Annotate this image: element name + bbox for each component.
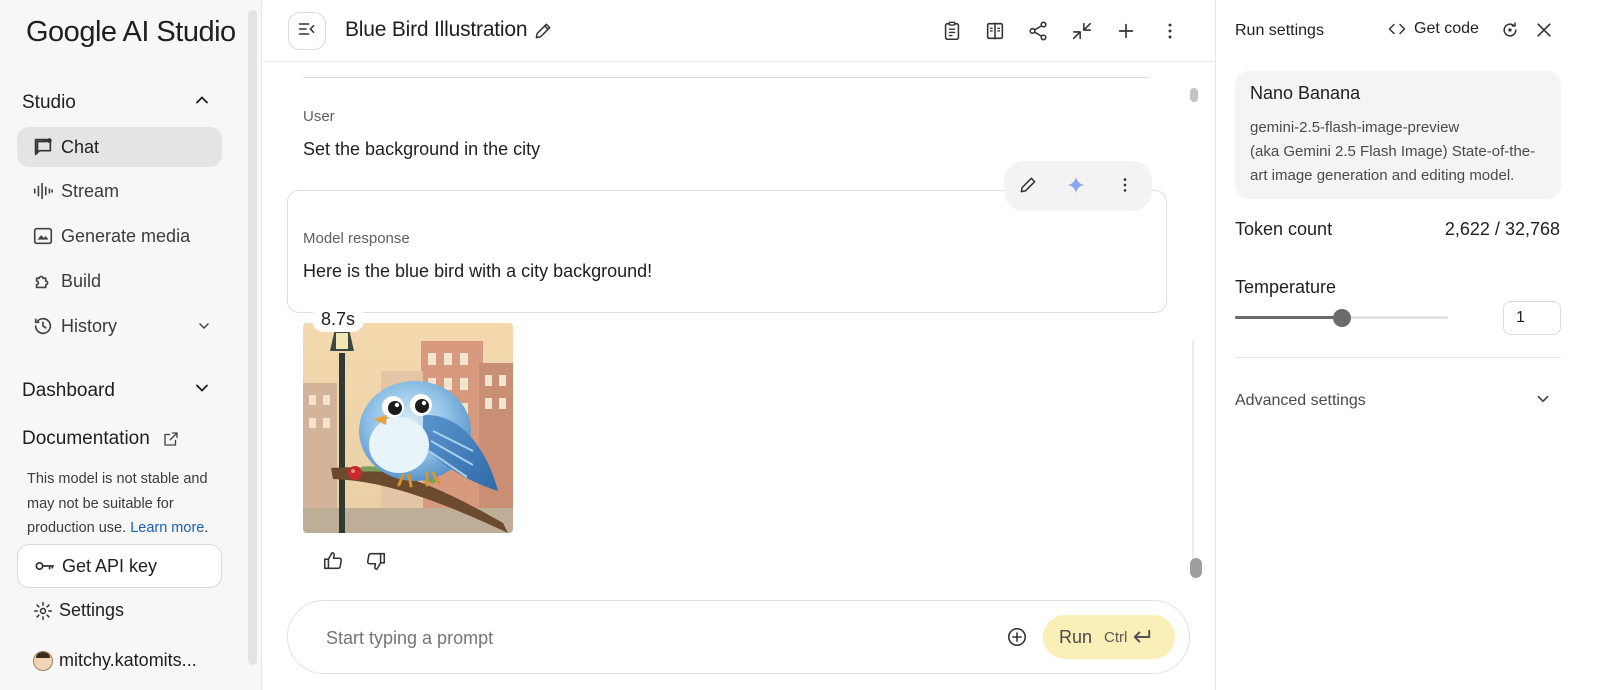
enter-key-icon bbox=[1131, 628, 1153, 646]
stream-icon bbox=[31, 179, 55, 203]
generated-image[interactable] bbox=[303, 323, 513, 533]
temperature-input[interactable] bbox=[1503, 301, 1561, 335]
page-title: Blue Bird Illustration bbox=[345, 18, 528, 41]
share-icon[interactable] bbox=[1027, 20, 1049, 42]
pencil-icon bbox=[533, 21, 553, 46]
sidebar-item-build[interactable]: Build bbox=[17, 261, 222, 301]
avatar bbox=[33, 650, 53, 671]
more-vert-icon[interactable] bbox=[1115, 175, 1135, 195]
sidebar-item-chat[interactable]: Chat bbox=[17, 127, 222, 167]
toggle-sidebar-button[interactable] bbox=[288, 12, 326, 50]
model-role-label: Model response bbox=[303, 230, 410, 247]
prompt-input[interactable] bbox=[326, 623, 966, 653]
divider bbox=[1235, 357, 1561, 358]
get-code-button[interactable]: Get code bbox=[1388, 20, 1479, 38]
user-role-label: User bbox=[303, 108, 335, 125]
chat-scroll-track[interactable] bbox=[1190, 102, 1196, 582]
documentation-link[interactable]: Documentation bbox=[22, 428, 180, 450]
sidebar-item-history[interactable]: History bbox=[17, 306, 222, 346]
sidebar-item-stream[interactable]: Stream bbox=[17, 171, 222, 211]
sidebar-item-generate-media[interactable]: Generate media bbox=[17, 216, 222, 256]
chevron-down-icon bbox=[192, 378, 212, 404]
gear-icon bbox=[33, 601, 53, 621]
get-code-label: Get code bbox=[1414, 20, 1479, 37]
chat-area: User Set the background in the city Mode… bbox=[263, 62, 1214, 690]
studio-section-toggle[interactable]: Studio bbox=[22, 90, 212, 116]
compare-icon[interactable] bbox=[984, 20, 1006, 42]
scroll-indicator bbox=[1190, 88, 1198, 102]
model-description: (aka Gemini 2.5 Flash Image) State-of-th… bbox=[1250, 143, 1536, 184]
model-notice: This model is not stable and may not be … bbox=[27, 471, 209, 536]
chevron-up-icon bbox=[192, 90, 212, 116]
learn-more-link[interactable]: Learn more bbox=[130, 520, 204, 536]
settings-label: Settings bbox=[59, 600, 125, 620]
user-account[interactable]: mitchy.katomits... bbox=[33, 650, 197, 671]
model-selector[interactable]: Nano Banana gemini-2.5-flash-image-previ… bbox=[1235, 71, 1561, 199]
temperature-label: Temperature bbox=[1235, 277, 1337, 297]
edit-message-icon[interactable] bbox=[1018, 175, 1038, 195]
api-key-label: Get API key bbox=[62, 555, 158, 576]
slider-fill bbox=[1235, 316, 1342, 319]
edit-title-button[interactable] bbox=[533, 21, 553, 46]
clipboard-icon[interactable] bbox=[941, 20, 963, 42]
sidebar-item-label: Build bbox=[61, 270, 102, 291]
add-media-icon[interactable] bbox=[1006, 626, 1028, 648]
menu-collapse-icon bbox=[297, 19, 317, 44]
new-chat-icon[interactable] bbox=[1115, 20, 1137, 42]
header: Blue Bird Illustration bbox=[263, 0, 1214, 62]
studio-label: Studio bbox=[22, 92, 76, 113]
compress-icon[interactable] bbox=[1071, 20, 1093, 42]
close-icon[interactable] bbox=[1534, 20, 1554, 40]
user-message: Set the background in the city bbox=[303, 139, 541, 159]
chevron-down-icon[interactable] bbox=[1534, 390, 1552, 408]
more-vert-icon[interactable] bbox=[1159, 20, 1181, 42]
prompt-box: Run Ctrl bbox=[287, 600, 1190, 674]
run-shortcut: Ctrl bbox=[1104, 628, 1128, 646]
documentation-label: Documentation bbox=[22, 428, 150, 449]
image-icon bbox=[31, 224, 55, 248]
divider bbox=[303, 77, 1150, 78]
chat-icon bbox=[31, 135, 55, 159]
model-message: Here is the blue bird with a city backgr… bbox=[303, 261, 653, 281]
token-count-value: 2,622 / 32,768 bbox=[1444, 219, 1560, 239]
app-logo[interactable]: Google AI Studio bbox=[26, 16, 236, 49]
model-name: Nano Banana bbox=[1250, 83, 1361, 103]
dashboard-label: Dashboard bbox=[22, 380, 115, 401]
get-api-key-button[interactable]: Get API key bbox=[17, 544, 222, 588]
token-count-label: Token count bbox=[1235, 219, 1333, 239]
temperature-slider[interactable] bbox=[1235, 308, 1448, 328]
dashboard-section-toggle[interactable]: Dashboard bbox=[22, 378, 212, 404]
chat-scrollbar-thumb[interactable] bbox=[1190, 558, 1202, 578]
run-settings-title: Run settings bbox=[1235, 22, 1324, 39]
history-icon bbox=[31, 314, 55, 338]
build-icon bbox=[31, 269, 55, 293]
thumbs-up-icon[interactable] bbox=[322, 550, 344, 572]
sidebar-item-label: Generate media bbox=[61, 225, 191, 246]
message-actions bbox=[1004, 161, 1152, 211]
reset-icon[interactable] bbox=[1500, 20, 1520, 40]
key-icon bbox=[34, 555, 56, 577]
sidebar-item-label: Chat bbox=[61, 136, 100, 157]
elapsed-time-badge: 8.7s bbox=[312, 306, 365, 332]
chevron-down-icon bbox=[196, 318, 212, 334]
run-label: Run bbox=[1059, 626, 1093, 647]
user-name: mitchy.katomits... bbox=[59, 650, 197, 670]
run-settings-panel: Run settings Get code Nano Banana gemini… bbox=[1215, 0, 1600, 690]
sidebar-item-label: History bbox=[61, 315, 118, 336]
code-icon bbox=[1388, 20, 1406, 38]
external-link-icon bbox=[162, 430, 180, 448]
slider-handle[interactable] bbox=[1332, 309, 1351, 327]
thumbs-down-icon[interactable] bbox=[365, 550, 387, 572]
advanced-settings-toggle[interactable]: Advanced settings bbox=[1235, 392, 1366, 410]
model-id: gemini-2.5-flash-image-preview bbox=[1250, 119, 1460, 136]
settings-link[interactable]: Settings bbox=[33, 600, 124, 621]
sidebar: Google AI Studio Studio Chat Stream Gene… bbox=[0, 0, 262, 690]
sparkle-icon[interactable] bbox=[1066, 175, 1086, 195]
run-button[interactable]: Run Ctrl bbox=[1043, 615, 1175, 659]
sidebar-item-label: Stream bbox=[61, 180, 120, 201]
sidebar-scrollbar[interactable] bbox=[248, 10, 257, 665]
